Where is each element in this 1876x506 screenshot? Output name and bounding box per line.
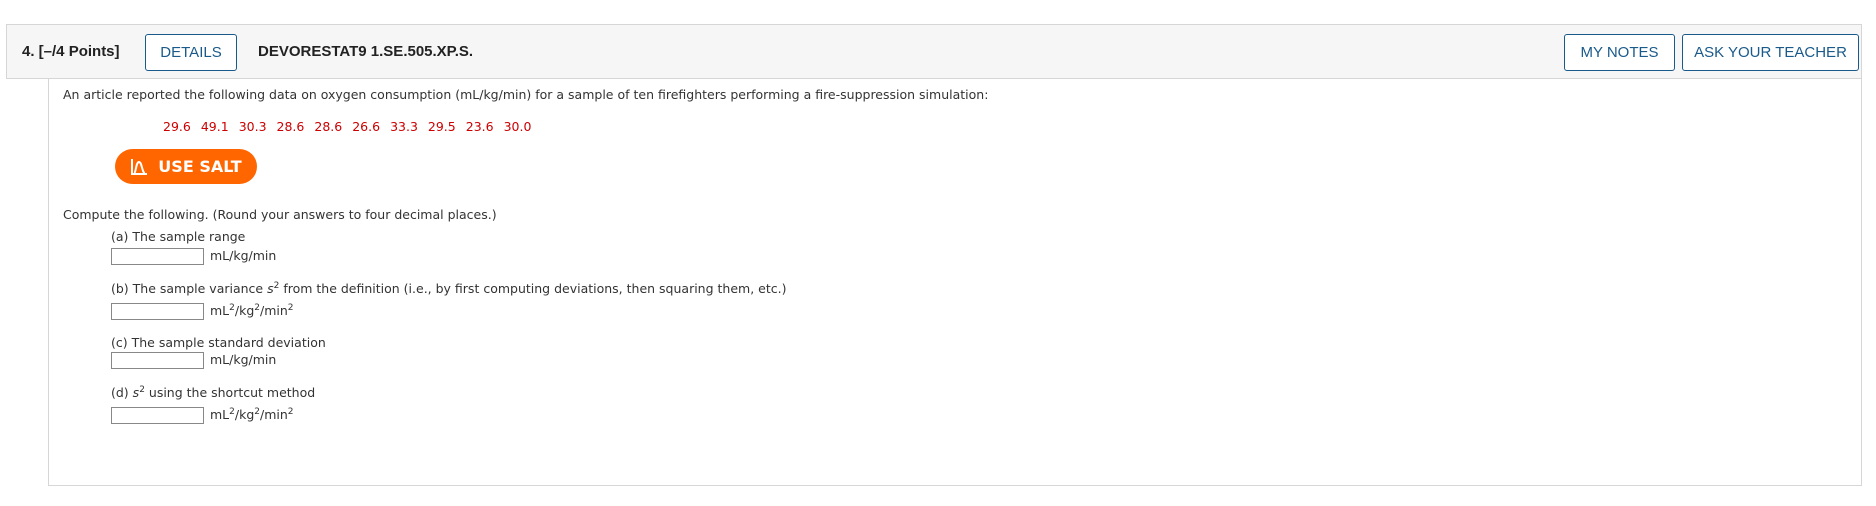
data-value: 29.5	[427, 119, 456, 134]
question-body: An article reported the following data o…	[48, 79, 1862, 486]
part-d-unit: mL2/kg2/min2	[210, 406, 294, 422]
data-value: 26.6	[352, 119, 381, 134]
data-value: 30.3	[238, 119, 267, 134]
part-b-unit: mL2/kg2/min2	[210, 302, 294, 318]
part-c-label: (c) The sample standard deviation	[111, 335, 326, 350]
part-a-answer-input[interactable]	[111, 248, 204, 265]
part-a-label: (a) The sample range	[111, 229, 246, 244]
data-value: 33.3	[390, 119, 418, 134]
part-d-answer-input[interactable]	[111, 407, 204, 424]
question-points: 4. [–/4 Points]	[22, 43, 120, 60]
data-values: 29.6 49.1 30.3 28.6 28.6 26.6 33.3 29.5 …	[163, 119, 531, 134]
part-b-answer-input[interactable]	[111, 303, 204, 320]
use-salt-button[interactable]: USE SALT	[115, 149, 257, 184]
part-b-label: (b) The sample variance s2 from the defi…	[111, 280, 787, 296]
use-salt-label: USE SALT	[158, 157, 242, 176]
details-button[interactable]: DETAILS	[145, 34, 237, 71]
data-value: 49.1	[200, 119, 229, 134]
part-d-label: (d) s2 using the shortcut method	[111, 384, 316, 400]
data-value: 28.6	[276, 119, 305, 134]
question-intro: An article reported the following data o…	[63, 87, 989, 102]
part-a-unit: mL/kg/min	[210, 248, 277, 263]
compute-instructions: Compute the following. (Round your answe…	[63, 207, 497, 222]
question-header: 4. [–/4 Points] DETAILS DEVORESTAT9 1.SE…	[6, 24, 1862, 79]
part-c-unit: mL/kg/min	[210, 352, 277, 367]
question-code: DEVORESTAT9 1.SE.505.XP.S.	[258, 43, 474, 60]
part-c-answer-input[interactable]	[111, 352, 204, 369]
data-value: 29.6	[163, 119, 191, 134]
data-value: 23.6	[465, 119, 494, 134]
ask-teacher-button[interactable]: ASK YOUR TEACHER	[1682, 34, 1859, 71]
data-value: 30.0	[503, 119, 532, 134]
data-value: 28.6	[314, 119, 343, 134]
my-notes-button[interactable]: MY NOTES	[1564, 34, 1675, 71]
distribution-chart-icon	[130, 158, 148, 176]
